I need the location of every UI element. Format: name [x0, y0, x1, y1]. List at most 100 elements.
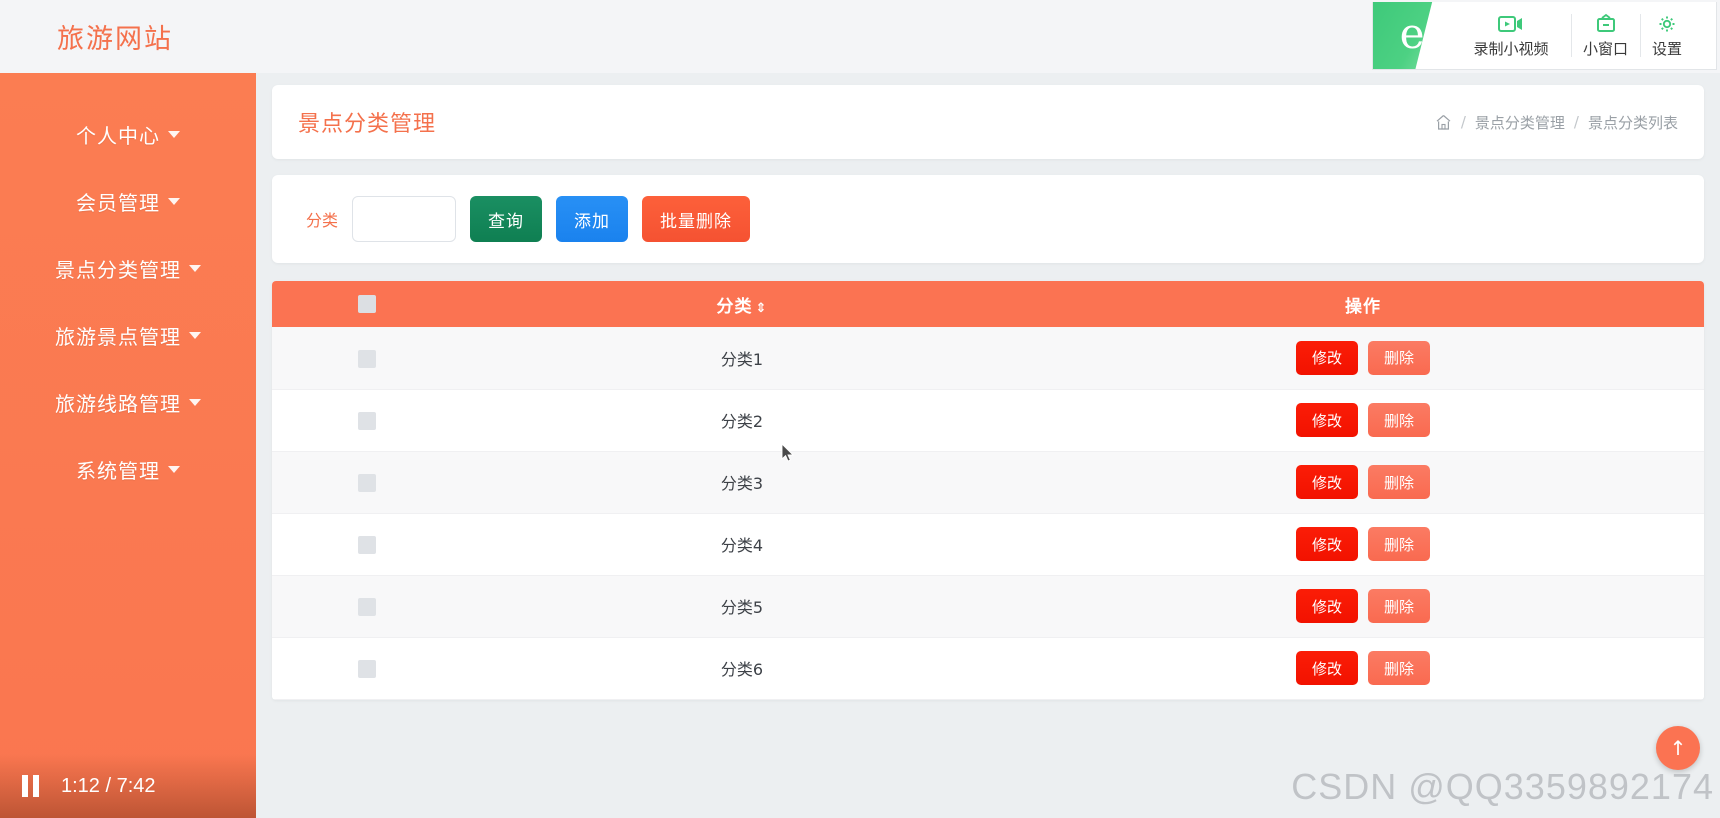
- sidebar-item-spot-category-management[interactable]: 景点分类管理: [0, 235, 256, 302]
- row-category-name: 分类4: [720, 536, 764, 555]
- app-root: 旅游网站 e 录制小视频 小窗口 设置 个人中心 会员管理 景点分类管理 旅游景…: [0, 0, 1720, 818]
- gear-icon: [1659, 16, 1675, 31]
- breadcrumb: / 景点分类管理 / 景点分类列表: [1435, 112, 1678, 133]
- table-body: 分类1 修改 删除 分类2 修改 删除 分类3 修改 删除 分类4 修改 删除 …: [272, 327, 1704, 699]
- video-camera-icon: [1498, 15, 1522, 32]
- table-row: 分类5 修改 删除: [272, 575, 1704, 637]
- table-row: 分类6 修改 删除: [272, 637, 1704, 699]
- breadcrumb-separator: /: [1460, 113, 1466, 131]
- category-table: 分类 ⇕ 操作 分类1 修改 删除 分类2 修改 删除 分类3 修改 删除 分类…: [272, 281, 1704, 700]
- record-video-button[interactable]: 录制小视频: [1451, 2, 1571, 69]
- back-to-top-button[interactable]: ↑: [1656, 726, 1700, 770]
- breadcrumb-item-category-management[interactable]: 景点分类管理: [1475, 112, 1565, 133]
- mini-window-label: 小窗口: [1583, 39, 1629, 58]
- header-category-name[interactable]: 分类 ⇕: [462, 281, 1022, 327]
- top-bar: 旅游网站 e 录制小视频 小窗口 设置: [0, 0, 1720, 73]
- select-all-checkbox[interactable]: [358, 295, 376, 313]
- row-select-cell: [272, 451, 462, 513]
- row-checkbox[interactable]: [358, 597, 376, 616]
- row-actions-cell: 修改 删除: [1022, 389, 1704, 451]
- arrow-up-icon: ↑: [1669, 736, 1687, 760]
- row-checkbox[interactable]: [358, 535, 376, 554]
- chevron-down-icon: [189, 332, 201, 339]
- record-video-label: 录制小视频: [1473, 39, 1549, 58]
- category-search-input[interactable]: [352, 196, 457, 242]
- row-category-name: 分类5: [720, 598, 764, 617]
- breadcrumb-item-category-list[interactable]: 景点分类列表: [1588, 112, 1678, 133]
- chevron-down-icon: [168, 466, 180, 473]
- delete-button[interactable]: 删除: [1368, 340, 1430, 375]
- edit-button[interactable]: 修改: [1296, 340, 1358, 375]
- row-checkbox[interactable]: [358, 349, 376, 368]
- row-category-name: 分类6: [720, 660, 764, 679]
- row-checkbox[interactable]: [358, 659, 376, 678]
- edit-button[interactable]: 修改: [1296, 527, 1358, 561]
- table-head: 分类 ⇕ 操作: [272, 281, 1704, 327]
- sidebar-item-personal-center[interactable]: 个人中心: [0, 101, 256, 168]
- sort-toggle-icon[interactable]: ⇕: [756, 302, 768, 315]
- delete-button[interactable]: 删除: [1368, 589, 1430, 623]
- row-select-cell: [272, 389, 462, 451]
- row-actions-cell: 修改 删除: [1022, 513, 1704, 575]
- row-category-name: 分类2: [720, 412, 764, 431]
- mini-window-icon: [1596, 13, 1615, 32]
- sidebar-item-label: 旅游景点管理: [55, 325, 181, 349]
- chevron-down-icon: [189, 265, 201, 272]
- row-select-cell: [272, 637, 462, 699]
- query-button[interactable]: 查询: [470, 196, 543, 242]
- table-row: 分类1 修改 删除: [272, 327, 1704, 389]
- breadcrumb-separator: /: [1573, 113, 1579, 131]
- category-filter-label: 分类: [306, 211, 339, 230]
- table-row: 分类2 修改 删除: [272, 389, 1704, 451]
- header-category-label: 分类: [716, 296, 753, 317]
- header-action: 操作: [1022, 281, 1704, 327]
- watermark-text: CSDN @QQ3359892174: [1291, 766, 1714, 807]
- row-actions-cell: 修改 删除: [1022, 327, 1704, 389]
- delete-button[interactable]: 删除: [1368, 527, 1430, 561]
- add-button[interactable]: 添加: [556, 196, 629, 242]
- site-logo[interactable]: 旅游网站: [57, 17, 173, 56]
- delete-button[interactable]: 删除: [1368, 651, 1430, 685]
- edit-button[interactable]: 修改: [1296, 465, 1358, 499]
- main-content: 景点分类管理 / 景点分类管理 / 景点分类列表 分类 查询 添加 批量删除 分…: [256, 73, 1720, 818]
- header-select-all: [272, 281, 462, 327]
- row-actions-cell: 修改 删除: [1022, 637, 1704, 699]
- row-select-cell: [272, 513, 462, 575]
- screen-recorder-toolbar: e 录制小视频 小窗口 设置: [1372, 2, 1717, 70]
- filter-toolbar: 分类 查询 添加 批量删除: [272, 175, 1704, 263]
- sidebar-item-label: 旅游线路管理: [55, 392, 181, 416]
- table-row: 分类4 修改 删除: [272, 513, 1704, 575]
- settings-label: 设置: [1652, 39, 1683, 58]
- chevron-down-icon: [189, 399, 201, 406]
- mini-window-button[interactable]: 小窗口: [1571, 2, 1640, 69]
- sidebar-item-label: 系统管理: [76, 459, 160, 483]
- pause-button[interactable]: [22, 775, 39, 797]
- edit-button[interactable]: 修改: [1296, 589, 1358, 623]
- chevron-down-icon: [168, 198, 180, 205]
- delete-button[interactable]: 删除: [1368, 465, 1430, 499]
- sidebar-item-member-management[interactable]: 会员管理: [0, 168, 256, 235]
- row-checkbox[interactable]: [358, 411, 376, 430]
- row-checkbox[interactable]: [358, 473, 376, 492]
- sidebar-nav: 个人中心 会员管理 景点分类管理 旅游景点管理 旅游线路管理 系统管理: [0, 73, 256, 818]
- sidebar-item-label: 个人中心: [76, 124, 160, 148]
- page-title: 景点分类管理: [298, 112, 437, 137]
- sidebar-item-label: 会员管理: [76, 191, 160, 215]
- row-actions-cell: 修改 删除: [1022, 575, 1704, 637]
- sidebar-item-spot-management[interactable]: 旅游景点管理: [0, 302, 256, 369]
- mouse-cursor: [781, 443, 795, 462]
- row-actions-cell: 修改 删除: [1022, 451, 1704, 513]
- batch-delete-button[interactable]: 批量删除: [642, 196, 751, 242]
- home-icon[interactable]: [1435, 114, 1452, 131]
- edit-button[interactable]: 修改: [1296, 651, 1358, 685]
- browser-e-logo-icon: e: [1373, 2, 1451, 69]
- sidebar-item-system-management[interactable]: 系统管理: [0, 436, 256, 503]
- edit-button[interactable]: 修改: [1296, 403, 1358, 437]
- delete-button[interactable]: 删除: [1368, 403, 1430, 437]
- sidebar-item-label: 景点分类管理: [55, 258, 181, 282]
- sidebar-item-route-management[interactable]: 旅游线路管理: [0, 369, 256, 436]
- row-category-name: 分类3: [720, 474, 764, 493]
- settings-button[interactable]: 设置: [1640, 2, 1694, 69]
- row-category-name: 分类1: [720, 349, 764, 369]
- pause-icon-bar: [22, 775, 28, 797]
